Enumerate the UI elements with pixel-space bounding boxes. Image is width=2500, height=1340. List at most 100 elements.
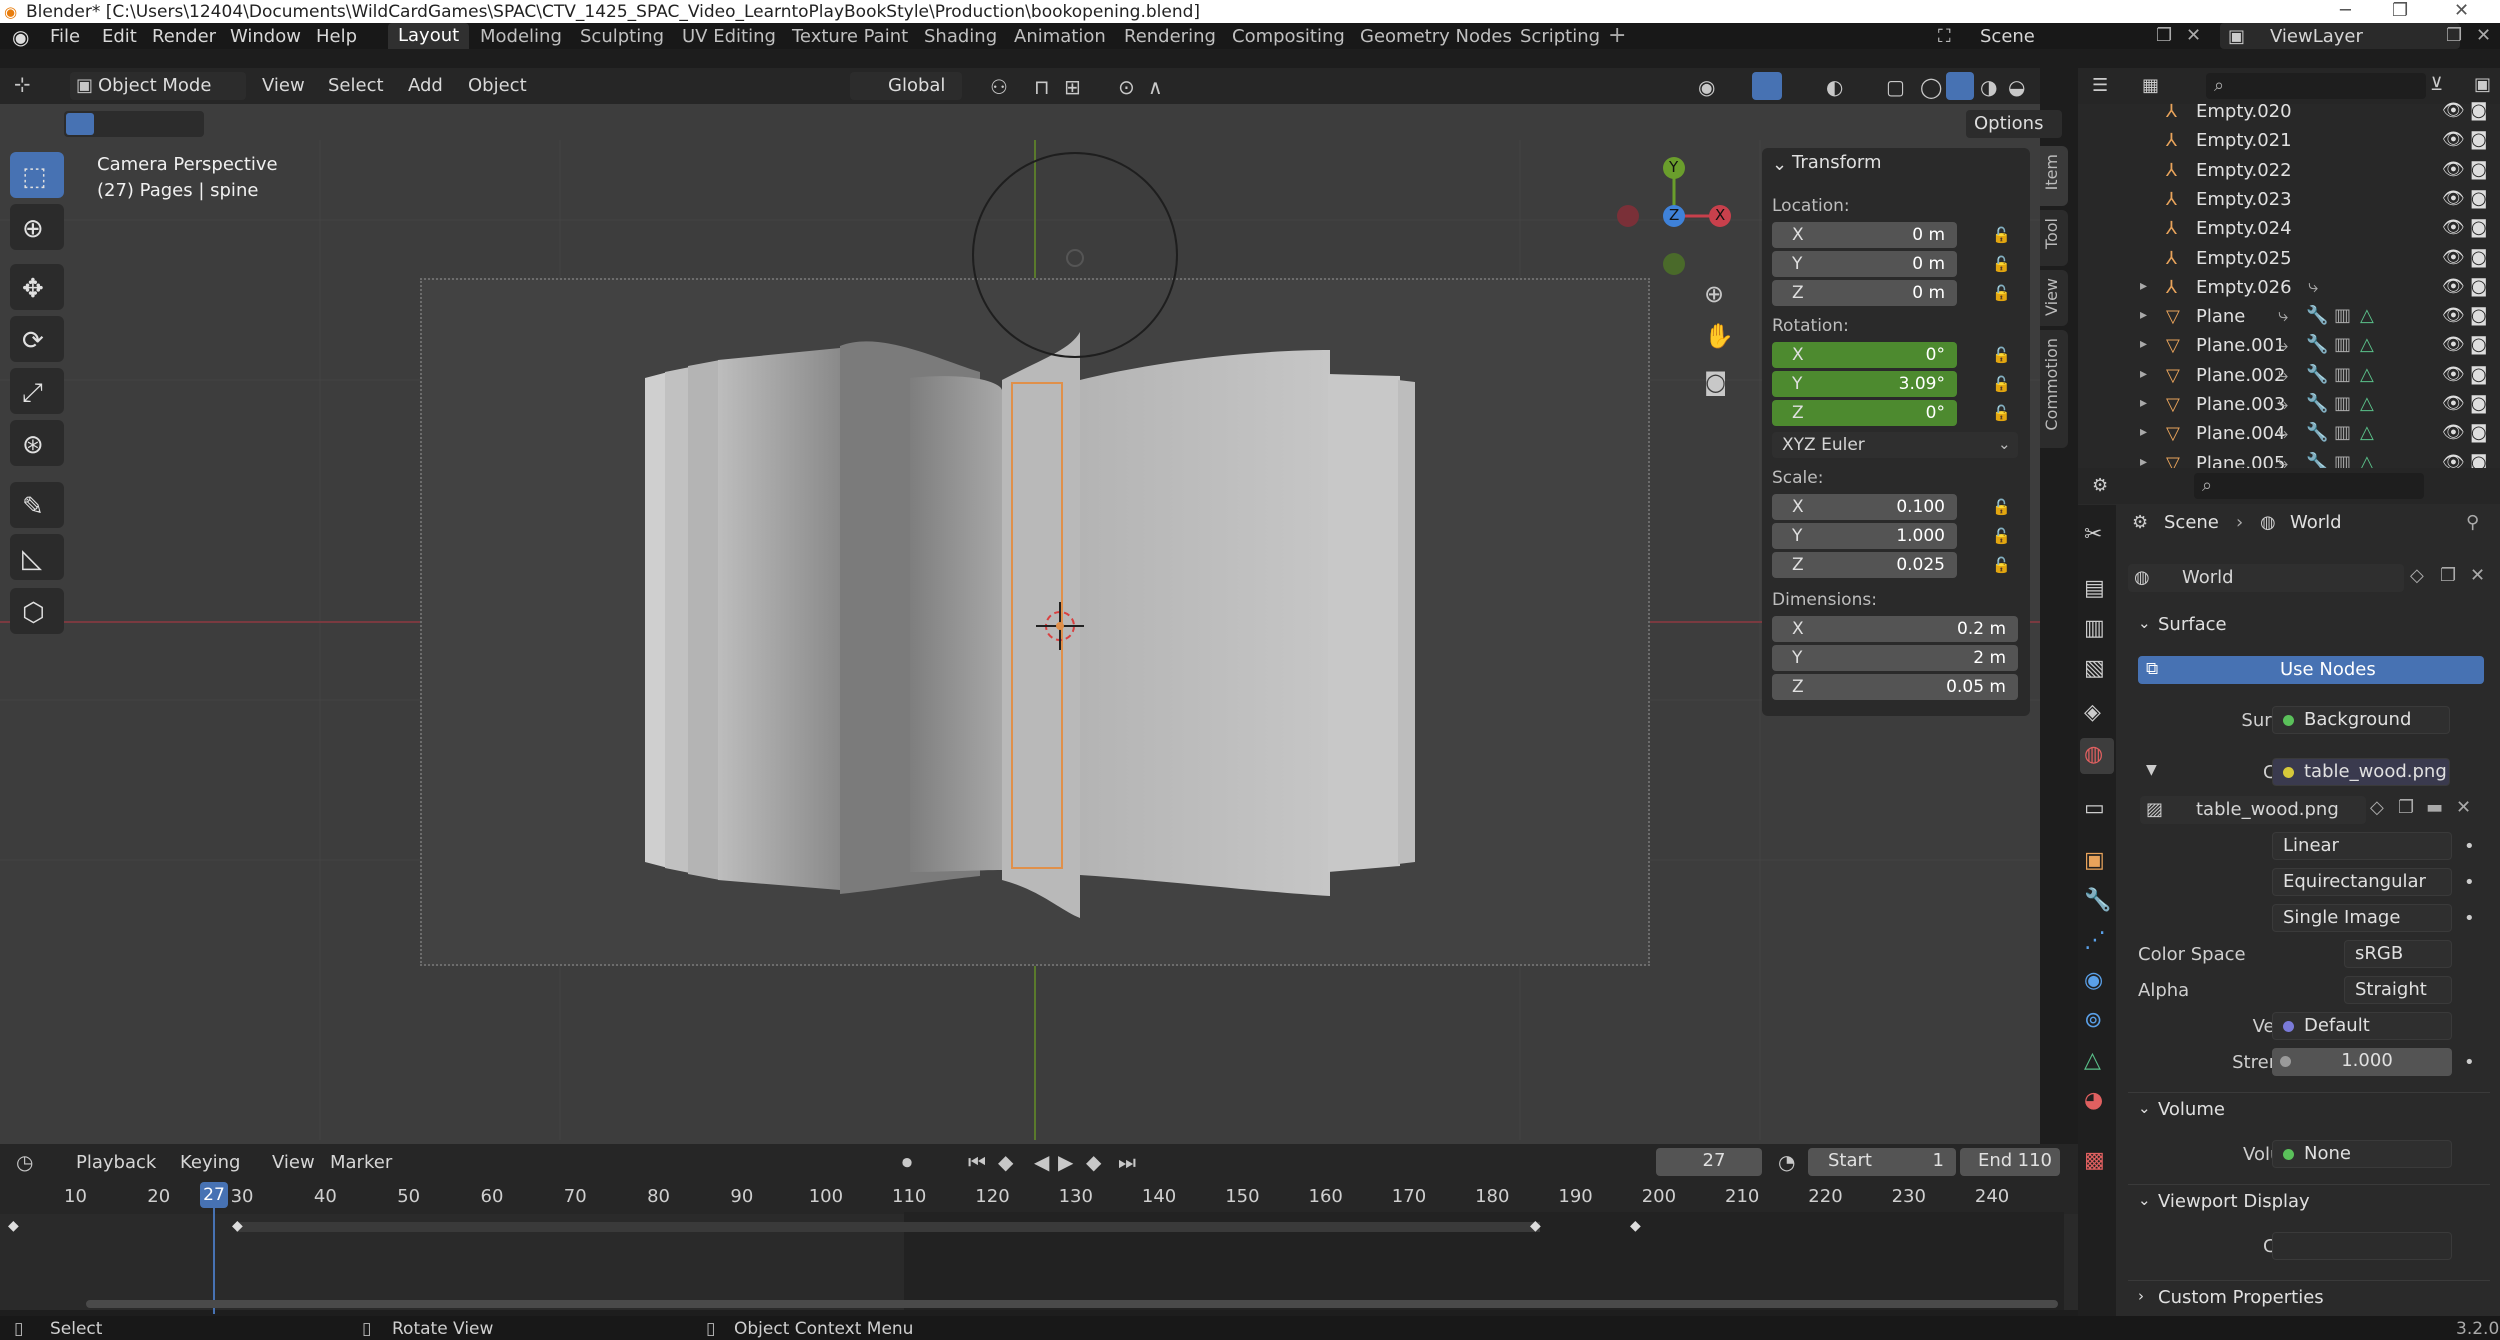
outliner-row[interactable]: ▸ ⅄ Empty.026 ⤷ 👁 ◙ xyxy=(2078,273,2500,302)
lock-icon[interactable]: 🔓 xyxy=(1992,527,2011,545)
location-x-field[interactable]: X0 m xyxy=(1772,222,1957,248)
keying-menu[interactable]: Keying xyxy=(180,1152,240,1173)
eye-icon[interactable]: 👁 xyxy=(2442,364,2465,385)
render-camera-icon[interactable]: ◙ xyxy=(2470,188,2487,209)
render-camera-icon[interactable]: ◙ xyxy=(2470,364,2487,385)
fake-user-icon[interactable]: ◇ xyxy=(2370,797,2384,818)
outliner-search-input[interactable]: ⌕ xyxy=(2206,73,2426,99)
projection-dropdown[interactable]: Equirectangular xyxy=(2272,868,2452,896)
jump-start-icon[interactable]: ⏮ xyxy=(968,1152,986,1172)
outliner-row[interactable]: ▸ ▽ Plane.001 ⤷ 🔧 ▥ △ 👁 ◙ xyxy=(2078,331,2500,360)
sidebar-tab-tool[interactable]: Tool xyxy=(2040,210,2068,266)
render-camera-icon[interactable]: ◙ xyxy=(2470,276,2487,297)
lock-icon[interactable]: 🔓 xyxy=(1992,375,2011,393)
delete-viewlayer-icon[interactable]: ✕ xyxy=(2476,25,2491,46)
display-mode-icon[interactable]: ▦ xyxy=(2142,75,2159,96)
menu-help[interactable]: Help xyxy=(316,26,357,47)
world-tab-icon[interactable]: ◍ xyxy=(2084,742,2103,767)
render-camera-icon[interactable]: ◙ xyxy=(2470,305,2487,326)
mode-dropdown[interactable]: Object Mode xyxy=(70,72,246,100)
mesh-data-icon[interactable]: △ xyxy=(2360,334,2374,355)
keyframe-icon[interactable]: ◆ xyxy=(1530,1218,1541,1234)
outliner-row[interactable]: ▸ ▽ Plane.002 ⤷ 🔧 ▥ △ 👁 ◙ xyxy=(2078,361,2500,390)
solid-shading-button[interactable] xyxy=(1946,72,1974,100)
lock-icon[interactable]: 🔓 xyxy=(1992,284,2011,302)
keyframe-dot-icon[interactable]: • xyxy=(2464,836,2475,857)
data-icon[interactable]: ▥ xyxy=(2334,334,2351,355)
viewport-menu-object[interactable]: Object xyxy=(468,72,527,100)
eye-icon[interactable]: 👁 xyxy=(2442,305,2465,326)
next-keyframe-icon[interactable]: ◆ xyxy=(1086,1152,1101,1172)
scene-tab-icon[interactable]: ◈ xyxy=(2084,700,2101,725)
surface-shader-field[interactable]: Background xyxy=(2272,706,2450,734)
rotation-mode-dropdown[interactable]: XYZ Euler ⌄ xyxy=(1772,432,2018,458)
modifier-tab-icon[interactable]: 🔧 xyxy=(2084,888,2111,913)
source-dropdown[interactable]: Single Image xyxy=(2272,904,2452,932)
expand-arrow-icon[interactable]: ▸ xyxy=(2140,336,2147,352)
outliner-row[interactable]: ⅄ Empty.022 👁 ◙ xyxy=(2078,156,2500,185)
render-camera-icon[interactable]: ◙ xyxy=(2470,393,2487,414)
tool-tab-icon[interactable]: ✂ xyxy=(2084,522,2102,547)
workspace-tab-shading[interactable]: Shading xyxy=(924,26,997,47)
scale-z-field[interactable]: Z 0.025 xyxy=(1772,552,1957,578)
duplicate-icon[interactable]: ❐ xyxy=(2440,565,2456,586)
eye-icon[interactable]: 👁 xyxy=(2442,159,2465,180)
move-tool[interactable]: ✥ xyxy=(10,264,64,310)
expand-color-icon[interactable]: ▼ xyxy=(2146,762,2157,778)
menu-edit[interactable]: Edit xyxy=(102,26,137,47)
custom-properties-panel-header[interactable]: › Custom Properties xyxy=(2128,1280,2490,1316)
modifier-icon[interactable]: 🔧 xyxy=(2306,422,2328,443)
strength-field[interactable]: 1.000 xyxy=(2272,1048,2452,1076)
lock-icon[interactable]: 🔓 xyxy=(1992,556,2011,574)
end-frame-field[interactable]: End 110 xyxy=(1960,1148,2060,1176)
dimension-x-field[interactable]: X 0.2 m xyxy=(1772,616,2018,642)
modifier-icon[interactable]: 🔧 xyxy=(2306,305,2328,326)
playback-menu[interactable]: Playback xyxy=(76,1152,156,1173)
keyframe-icon[interactable]: ◆ xyxy=(8,1218,19,1234)
keyframe-dot-icon[interactable]: • xyxy=(2464,872,2475,893)
unlink-icon[interactable]: ✕ xyxy=(2470,565,2485,586)
workspace-tab-scripting[interactable]: Scripting xyxy=(1520,26,1600,47)
marker-menu[interactable]: Marker xyxy=(330,1152,392,1173)
use-nodes-button[interactable]: ⧉ Use Nodes xyxy=(2138,656,2484,684)
outliner-row[interactable]: ⅄ Empty.021 👁 ◙ xyxy=(2078,126,2500,155)
add-workspace-icon[interactable]: + xyxy=(1608,23,1626,48)
record-icon[interactable]: ⏺ xyxy=(902,1152,912,1172)
transform-collapse-icon[interactable]: ⌄ xyxy=(1772,154,1787,175)
scale-x-field[interactable]: X 0.100 xyxy=(1772,494,1957,520)
close-icon[interactable]: ✕ xyxy=(2454,0,2469,21)
viewport-display-panel-header[interactable]: ⌄ Viewport Display xyxy=(2128,1184,2490,1220)
location-y-field[interactable]: Y0 m xyxy=(1772,251,1957,277)
lock-icon[interactable]: 🔓 xyxy=(1992,226,2011,244)
sidebar-tab-commotion[interactable]: Commotion xyxy=(2040,330,2068,448)
volume-shader-field[interactable]: None xyxy=(2272,1140,2452,1168)
rendered-shading-icon[interactable]: ◒ xyxy=(2008,77,2025,97)
frame-ruler[interactable] xyxy=(0,1180,2078,1214)
stopwatch-icon[interactable]: ◔ xyxy=(1778,1152,1795,1172)
select-mode-new[interactable] xyxy=(66,113,94,135)
viewlayer-selector[interactable]: ▣ ViewLayer xyxy=(2220,23,2460,49)
new-scene-icon[interactable]: ❐ xyxy=(2156,25,2172,46)
alpha-dropdown[interactable]: Straight xyxy=(2344,976,2452,1004)
add-cube-tool[interactable]: ⬡ xyxy=(10,588,64,634)
eye-icon[interactable]: 👁 xyxy=(2442,393,2465,414)
workspace-tab-uv-editing[interactable]: UV Editing xyxy=(682,26,776,47)
mesh-data-icon[interactable]: △ xyxy=(2360,422,2374,443)
editor-type-icon[interactable]: ⊹ xyxy=(14,74,31,94)
pin-icon[interactable]: ⚲ xyxy=(2466,512,2479,533)
volume-panel-header[interactable]: ⌄ Volume xyxy=(2128,1092,2490,1128)
minimize-icon[interactable]: ─ xyxy=(2340,0,2351,21)
lock-icon[interactable]: 🔓 xyxy=(1992,346,2011,364)
3d-cursor[interactable] xyxy=(1030,596,1090,656)
data-icon[interactable]: ▥ xyxy=(2334,364,2351,385)
prev-keyframe-icon[interactable]: ◆ xyxy=(998,1152,1013,1172)
eye-icon[interactable]: 👁 xyxy=(2442,129,2465,150)
transform-orientation-dropdown[interactable]: Global xyxy=(850,72,962,100)
transform-tool[interactable]: ⊛ xyxy=(10,420,64,466)
outliner-row[interactable]: ⅄ Empty.024 👁 ◙ xyxy=(2078,214,2500,243)
keyframe-icon[interactable]: ◆ xyxy=(232,1218,243,1234)
proportional-edit-icon[interactable]: ⊙ xyxy=(1118,77,1135,97)
sidebar-tab-view[interactable]: View xyxy=(2040,270,2068,326)
timeline-scrollbar[interactable] xyxy=(86,1300,2058,1308)
mesh-data-icon[interactable]: △ xyxy=(2360,305,2374,326)
